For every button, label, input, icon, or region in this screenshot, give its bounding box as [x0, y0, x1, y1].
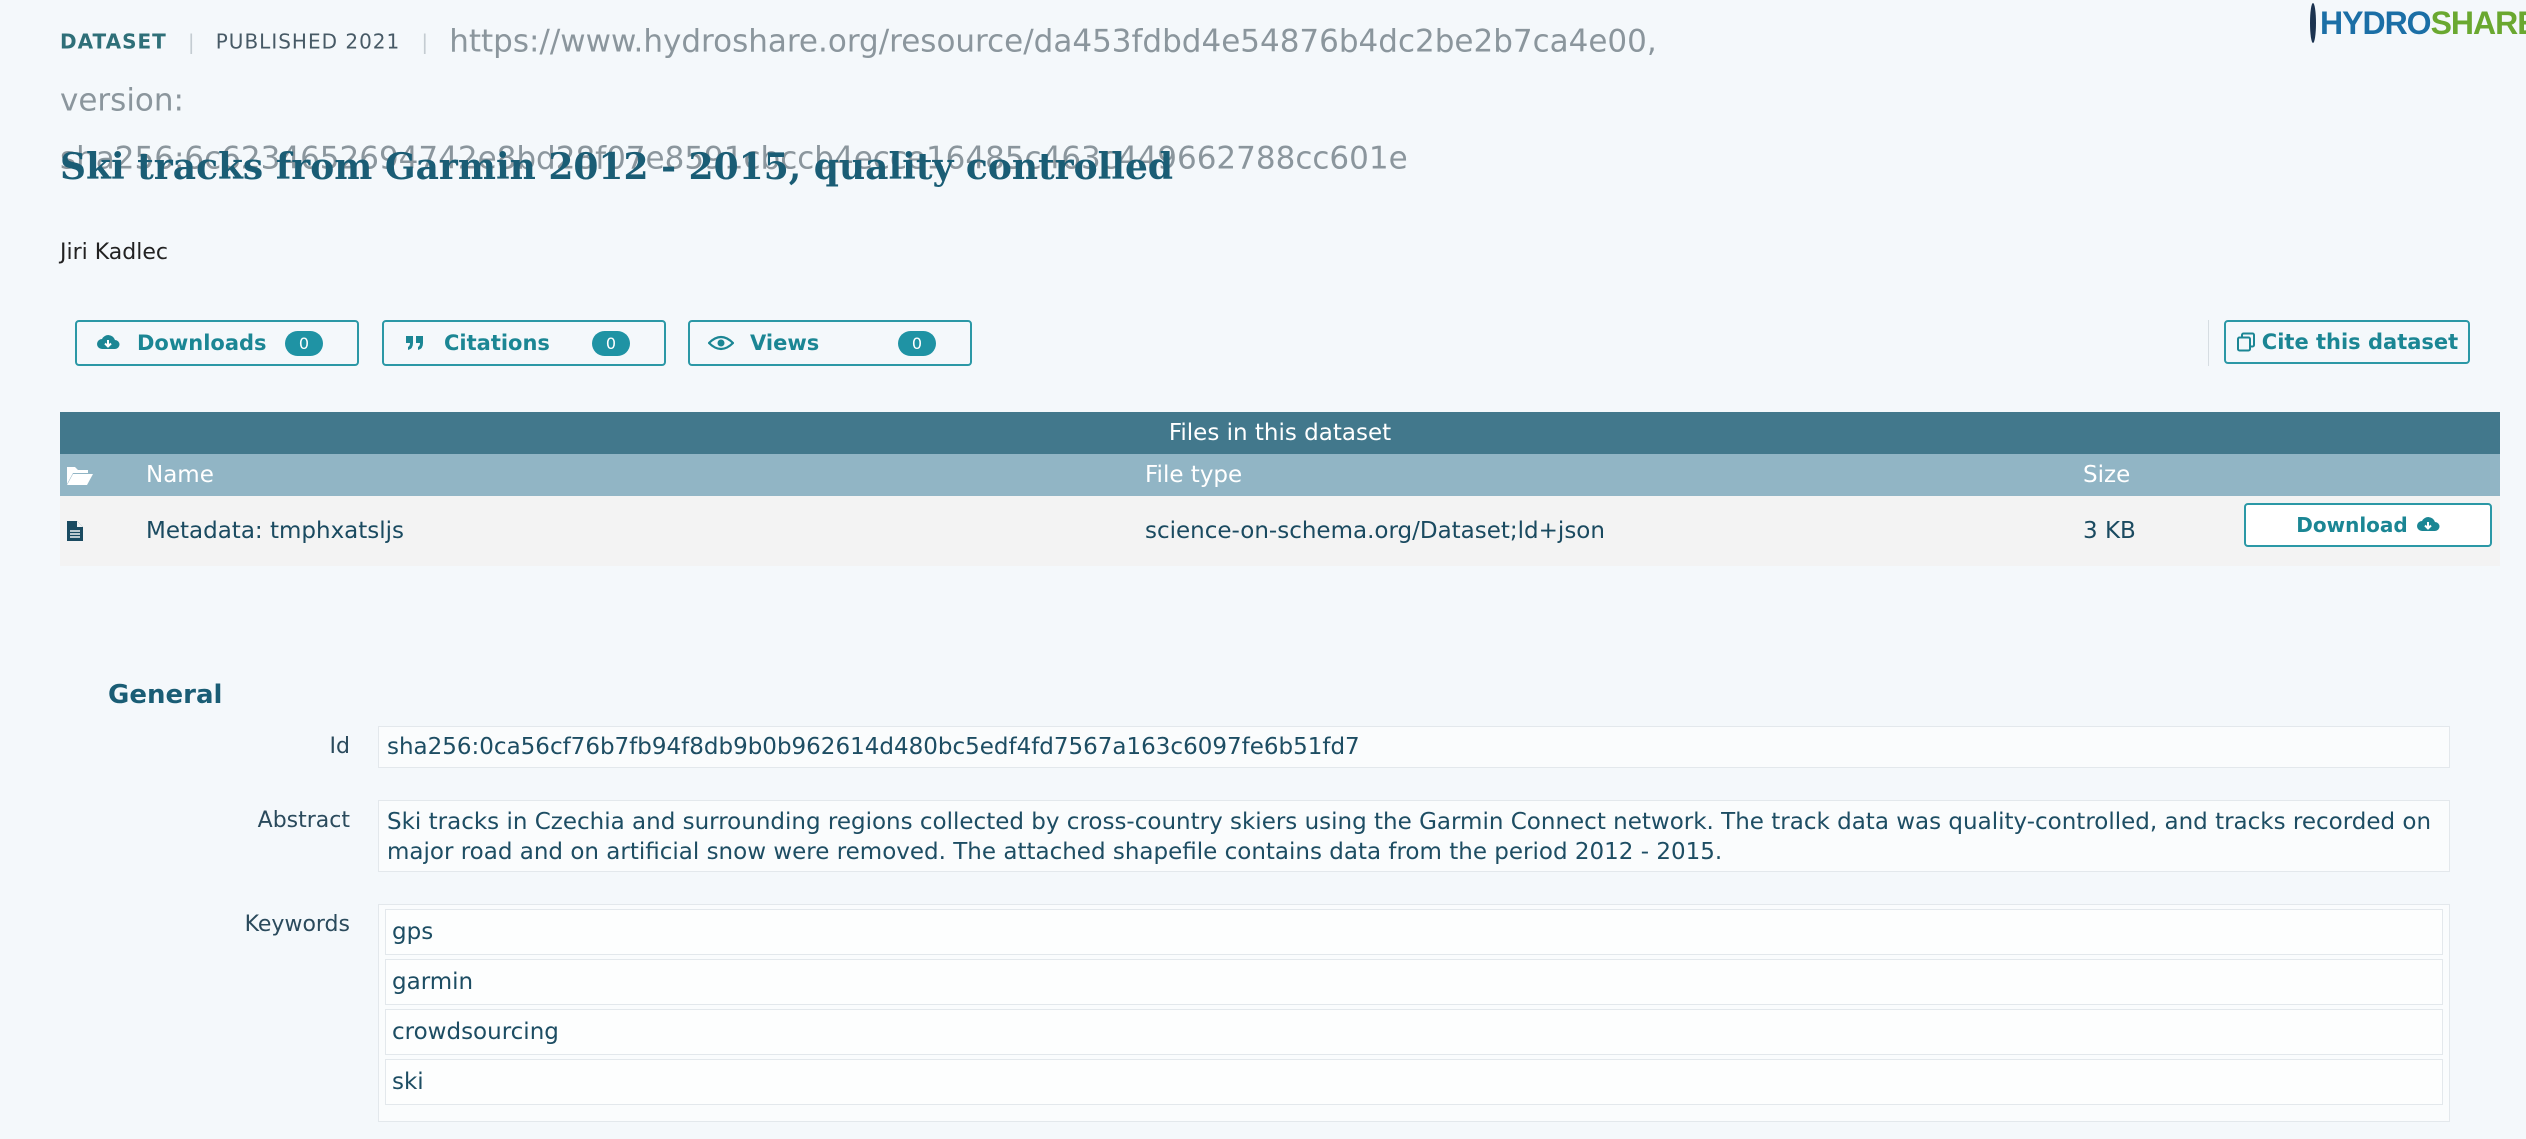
downloads-label: Downloads [137, 331, 267, 355]
id-label: Id [329, 734, 350, 759]
folder-open-icon [66, 464, 94, 492]
views-count-badge: 0 [897, 330, 936, 356]
file-type: science-on-schema.org/Dataset;ld+json [1145, 518, 1605, 544]
logo-wordmark: HYDROSHARE [2320, 5, 2526, 42]
id-value: sha256:0ca56cf76b7fb94f8db9b0b962614d480… [387, 734, 1360, 760]
resource-type-label: DATASET [60, 29, 167, 54]
divider: | [187, 29, 195, 54]
quote-icon [402, 334, 428, 352]
abstract-value: Ski tracks in Czechia and surrounding re… [387, 809, 2432, 865]
cloud-download-icon [2416, 515, 2440, 535]
published-label: PUBLISHED 2021 [215, 29, 401, 54]
abstract-field: Ski tracks in Czechia and surrounding re… [378, 800, 2450, 872]
files-table-columns: Name File type Size [60, 454, 2500, 496]
file-download-button[interactable]: Download [2244, 503, 2492, 547]
dataset-title: Ski tracks from Garmin 2012 - 2015, qual… [60, 146, 1174, 188]
keyword-item[interactable]: crowdsourcing [385, 1009, 2443, 1055]
citations-label: Citations [444, 331, 550, 355]
file-size: 3 KB [2083, 518, 2136, 544]
copy-icon [2236, 332, 2256, 352]
keyword-item[interactable]: ski [385, 1059, 2443, 1105]
file-icon [66, 520, 84, 548]
divider: | [421, 29, 429, 54]
id-field: sha256:0ca56cf76b7fb94f8db9b0b962614d480… [378, 726, 2450, 768]
downloads-button[interactable]: Downloads 0 [75, 320, 359, 366]
keywords-list: gps garmin crowdsourcing ski [378, 904, 2450, 1122]
citations-count-badge: 0 [591, 330, 630, 356]
views-button[interactable]: Views 0 [688, 320, 972, 366]
files-table-heading: Files in this dataset [60, 412, 2500, 454]
column-header-file-type: File type [1145, 462, 1243, 488]
logo-text-share: SHARE [2430, 4, 2526, 41]
keyword-item[interactable]: garmin [385, 959, 2443, 1005]
cite-dataset-button[interactable]: Cite this dataset [2224, 320, 2470, 364]
citations-button[interactable]: Citations 0 [382, 320, 666, 366]
column-header-size: Size [2083, 462, 2131, 488]
keywords-label: Keywords [244, 912, 350, 937]
file-name: Metadata: tmphxatsljs [146, 518, 405, 544]
hydroshare-logo[interactable]: HYDROSHARE [2310, 0, 2526, 46]
column-header-name: Name [146, 462, 214, 488]
globe-icon [2310, 3, 2316, 43]
file-download-label: Download [2296, 513, 2408, 537]
dataset-author[interactable]: Jiri Kadlec [60, 240, 168, 265]
downloads-count-badge: 0 [284, 330, 323, 356]
abstract-label: Abstract [257, 808, 350, 833]
cloud-download-icon [95, 333, 121, 353]
logo-text-hydro: HYDRO [2320, 4, 2432, 41]
cite-dataset-label: Cite this dataset [2261, 330, 2459, 354]
views-label: Views [750, 331, 820, 355]
files-heading-text: Files in this dataset [1168, 420, 1392, 446]
general-section-title: General [108, 680, 223, 710]
eye-icon [708, 335, 734, 351]
divider [2208, 320, 2209, 366]
keyword-item[interactable]: gps [385, 909, 2443, 955]
table-row: Metadata: tmphxatsljs science-on-schema.… [60, 496, 2500, 566]
